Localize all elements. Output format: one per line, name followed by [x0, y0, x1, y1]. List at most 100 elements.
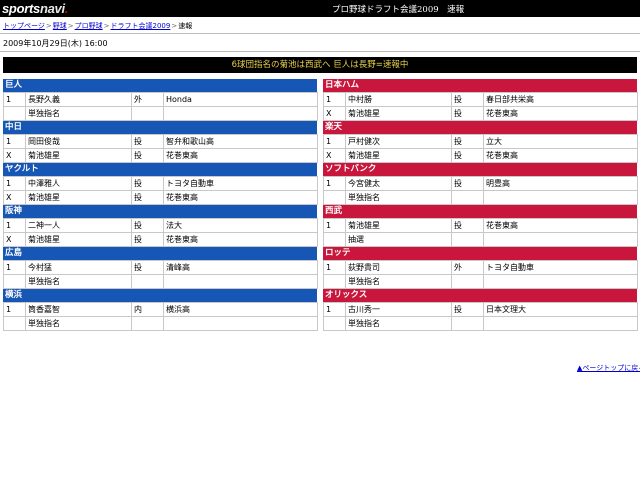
table-row: X 菊池雄星投花巻東高 — [3, 232, 318, 247]
team-name: 日本ハム — [323, 79, 637, 92]
table-row: 抽選 — [323, 232, 638, 247]
breadcrumb-current: 速報 — [178, 22, 193, 30]
divider — [0, 33, 640, 34]
pick-table: 1 今村猛投清峰高 単独指名 — [3, 260, 318, 289]
page-title: プロ野球ドラフト会議2009 速報 — [332, 5, 465, 15]
table-row: 単独指名 — [3, 316, 318, 331]
table-row: 単独指名 — [323, 274, 638, 289]
table-row: 1 二神一人投法大 — [3, 218, 318, 233]
position — [451, 316, 484, 331]
pick-table: 1 岡田俊哉投智弁和歌山高 X 菊池雄星投花巻東高 — [3, 134, 318, 163]
breadcrumb-draft-2009[interactable]: ドラフト会議2009 — [111, 22, 171, 30]
pick-table: 1 中澤雅人投トヨタ自動車 X 菊池雄星投花巻東高 — [3, 176, 318, 205]
pick-round: 1 — [3, 218, 26, 233]
player-name: 岡田俊哉 — [25, 134, 132, 149]
position: 投 — [451, 302, 484, 317]
position: 投 — [131, 176, 164, 191]
table-row: 1 今宮健太投明豊高 — [323, 176, 638, 191]
table-row: X 菊池雄星投花巻東高 — [3, 148, 318, 163]
team-block: 楽天 1 戸村健次投立大 X 菊池雄星投花巻東高 — [323, 121, 638, 163]
team-name: ソフトバンク — [323, 163, 637, 176]
pick-table: 1 古川秀一投日本文理大 単独指名 — [323, 302, 638, 331]
pick-round: X — [323, 106, 346, 121]
affiliation — [163, 106, 318, 121]
team-block: 中日 1 岡田俊哉投智弁和歌山高 X 菊池雄星投花巻東高 — [3, 121, 318, 163]
team-name: ロッテ — [323, 247, 637, 260]
pick-round — [3, 316, 26, 331]
breadcrumb-pro-baseball[interactable]: プロ野球 — [75, 22, 103, 30]
table-row: X 菊池雄星投花巻東高 — [323, 106, 638, 121]
position: 投 — [451, 176, 484, 191]
breadcrumb-baseball[interactable]: 野球 — [53, 22, 67, 30]
pick-round — [323, 274, 346, 289]
pick-round: 1 — [3, 134, 26, 149]
pick-round: 1 — [3, 176, 26, 191]
player-name: 古川秀一 — [345, 302, 452, 317]
pick-table: 1 中村勝投春日部共栄高 X 菊池雄星投花巻東高 — [323, 92, 638, 121]
headline-banner: 6球団指名の菊池は西武へ 巨人は長野=速報中 — [3, 57, 637, 73]
player-name: 菊池雄星 — [25, 232, 132, 247]
player-name: 荻野貴司 — [345, 260, 452, 275]
breadcrumb-top[interactable]: トップページ — [3, 22, 45, 30]
player-name: 戸村健次 — [345, 134, 452, 149]
position: 投 — [451, 106, 484, 121]
pick-round — [3, 106, 26, 121]
position: 投 — [131, 218, 164, 233]
table-row: 単独指名 — [3, 274, 318, 289]
team-block: ヤクルト 1 中澤雅人投トヨタ自動車 X 菊池雄星投花巻東高 — [3, 163, 318, 205]
affiliation: Honda — [163, 92, 318, 107]
page-top-link[interactable]: ▲ページトップに戻る — [577, 363, 640, 373]
player-name: 単独指名 — [25, 274, 132, 289]
team-name: 阪神 — [3, 205, 317, 218]
top-bar: sportsnavi. プロ野球ドラフト会議2009 速報 — [0, 0, 640, 17]
affiliation: 花巻東高 — [163, 148, 318, 163]
team-block: 広島 1 今村猛投清峰高 単独指名 — [3, 247, 318, 289]
team-name: 巨人 — [3, 79, 317, 92]
affiliation — [483, 190, 638, 205]
position: 投 — [131, 232, 164, 247]
affiliation: 立大 — [483, 134, 638, 149]
affiliation: 清峰高 — [163, 260, 318, 275]
team-name: 楽天 — [323, 121, 637, 134]
table-row: 1 荻野貴司外トヨタ自動車 — [323, 260, 638, 275]
team-block: ソフトバンク 1 今宮健太投明豊高 単独指名 — [323, 163, 638, 205]
position: 投 — [451, 148, 484, 163]
table-row: X 菊池雄星投花巻東高 — [323, 148, 638, 163]
team-name: オリックス — [323, 289, 637, 302]
player-name: 単独指名 — [345, 316, 452, 331]
pick-round: 1 — [323, 92, 346, 107]
position — [131, 316, 164, 331]
table-row: 単独指名 — [3, 106, 318, 121]
pick-table: 1 今宮健太投明豊高 単独指名 — [323, 176, 638, 205]
affiliation — [163, 316, 318, 331]
pick-round — [323, 316, 346, 331]
pick-round: 1 — [3, 260, 26, 275]
player-name: 抽選 — [345, 232, 452, 247]
table-row: 1 戸村健次投立大 — [323, 134, 638, 149]
player-name: 今村猛 — [25, 260, 132, 275]
table-row: 1 中村勝投春日部共栄高 — [323, 92, 638, 107]
pick-table: 1 荻野貴司外トヨタ自動車 単独指名 — [323, 260, 638, 289]
player-name: 菊池雄星 — [345, 218, 452, 233]
table-row: 1 古川秀一投日本文理大 — [323, 302, 638, 317]
team-block: 西武 1 菊池雄星投花巻東高 抽選 — [323, 205, 638, 247]
left-column: 巨人 1 長野久義外 Honda 単独指名 中日 1 岡田俊哉投智弁和歌山高 X 菊池雄星投花巻東… — [3, 79, 318, 331]
pick-round: X — [323, 148, 346, 163]
affiliation — [163, 274, 318, 289]
affiliation: 花巻東高 — [483, 106, 638, 121]
team-name: 横浜 — [3, 289, 317, 302]
team-name: 広島 — [3, 247, 317, 260]
position: 投 — [131, 190, 164, 205]
affiliation: 横浜高 — [163, 302, 318, 317]
pick-table: 1 戸村健次投立大 X 菊池雄星投花巻東高 — [323, 134, 638, 163]
pick-round: 1 — [3, 92, 26, 107]
pick-round: 1 — [323, 260, 346, 275]
player-name: 菊池雄星 — [345, 106, 452, 121]
sportsnavi-logo[interactable]: sportsnavi. — [2, 1, 68, 16]
team-block: オリックス 1 古川秀一投日本文理大 単独指名 — [323, 289, 638, 331]
team-block: 阪神 1 二神一人投法大 X 菊池雄星投花巻東高 — [3, 205, 318, 247]
datetime: 2009年10月29日(木) 16:00 — [3, 39, 108, 48]
table-row: 1 菊池雄星投花巻東高 — [323, 218, 638, 233]
position — [131, 106, 164, 121]
table-row: 1 中澤雅人投トヨタ自動車 — [3, 176, 318, 191]
